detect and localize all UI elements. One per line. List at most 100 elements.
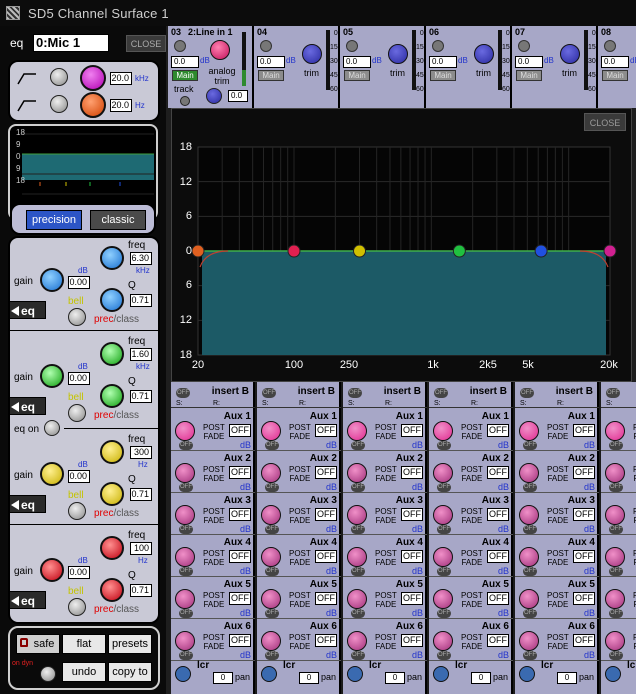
insert-off-toggle[interactable]: OFF <box>434 388 448 398</box>
aux-level-knob[interactable] <box>605 631 625 651</box>
band-gain-knob[interactable] <box>40 364 64 388</box>
aux-pre-toggle[interactable]: OFF <box>609 609 623 618</box>
band-bell-toggle[interactable] <box>68 404 86 422</box>
aux-level-knob[interactable] <box>347 463 367 483</box>
aux-level-knob[interactable] <box>175 631 195 651</box>
trim-value[interactable]: 0.0 <box>228 90 248 102</box>
band-prec-class[interactable]: prec/class <box>94 314 139 325</box>
aux-level-knob[interactable] <box>519 631 539 651</box>
aux-level-knob[interactable] <box>519 421 539 441</box>
aux-level-knob[interactable] <box>605 547 625 567</box>
aux-level-knob[interactable] <box>261 463 281 483</box>
insert-off-toggle[interactable]: OFF <box>262 388 276 398</box>
pan-knob[interactable] <box>433 666 449 682</box>
large-eq-graph[interactable] <box>172 109 633 383</box>
band-freq-knob[interactable] <box>100 246 124 270</box>
eq-node[interactable] <box>191 244 205 258</box>
band-freq-value[interactable]: 6.30 <box>130 252 152 265</box>
channel-small-knob[interactable] <box>604 40 616 52</box>
aux-level-knob[interactable] <box>347 547 367 567</box>
band-prec-class[interactable]: prec/class <box>94 604 139 615</box>
pan-value[interactable]: 0 <box>299 672 319 684</box>
aux-level-knob[interactable] <box>433 547 453 567</box>
aux-level-knob[interactable] <box>605 589 625 609</box>
presets-button[interactable]: presets <box>108 634 152 654</box>
channel-small-knob[interactable] <box>518 40 530 52</box>
aux-off-button[interactable]: OFF <box>229 592 251 605</box>
band-q-value[interactable]: 0.71 <box>130 584 152 597</box>
trim-knob[interactable] <box>388 44 408 64</box>
flat-button[interactable]: flat <box>62 634 106 654</box>
band-eq-button[interactable]: eq <box>10 495 46 513</box>
aux-pre-toggle[interactable]: OFF <box>609 483 623 492</box>
eq-node[interactable] <box>353 244 367 258</box>
lpf-value[interactable]: 20.0 <box>110 99 132 112</box>
eq-node[interactable] <box>287 244 301 258</box>
band-gain-knob[interactable] <box>40 268 64 292</box>
aux-level-knob[interactable] <box>261 631 281 651</box>
aux-level-knob[interactable] <box>261 505 281 525</box>
eq-node[interactable] <box>534 244 548 258</box>
aux-off-button[interactable]: OFF <box>487 592 509 605</box>
aux-pre-toggle[interactable]: OFF <box>437 441 451 450</box>
lpf-enable-knob[interactable] <box>50 95 68 113</box>
trim-knob[interactable] <box>302 44 322 64</box>
aux-pre-toggle[interactable]: OFF <box>265 567 279 576</box>
aux-off-button[interactable]: OFF <box>229 424 251 437</box>
band-q-knob[interactable] <box>100 482 124 506</box>
aux-level-knob[interactable] <box>175 421 195 441</box>
channel-name-field[interactable]: 0:Mic 1 <box>33 34 109 52</box>
trim-knob[interactable] <box>206 88 222 104</box>
aux-level-knob[interactable] <box>519 463 539 483</box>
channel-gain-value[interactable]: 0.0 <box>601 56 629 68</box>
aux-off-button[interactable]: OFF <box>487 634 509 647</box>
pan-knob[interactable] <box>175 666 191 682</box>
main-button[interactable]: Main <box>430 70 456 81</box>
aux-level-knob[interactable] <box>347 589 367 609</box>
aux-pre-toggle[interactable]: OFF <box>523 525 537 534</box>
pan-value[interactable]: 0 <box>471 672 491 684</box>
hpf-value[interactable]: 20.0 <box>110 72 132 85</box>
band-freq-knob[interactable] <box>100 536 124 560</box>
aux-pre-toggle[interactable]: OFF <box>179 483 193 492</box>
precision-button[interactable]: precision <box>26 210 82 230</box>
band-freq-value[interactable]: 300 <box>130 446 152 459</box>
channel-small-knob[interactable] <box>346 40 358 52</box>
band-prec-class[interactable]: prec/class <box>94 410 139 421</box>
aux-off-button[interactable]: OFF <box>229 634 251 647</box>
band-prec-class[interactable]: prec/class <box>94 508 139 519</box>
copy-to-button[interactable]: copy to <box>108 662 152 682</box>
aux-pre-toggle[interactable]: OFF <box>437 567 451 576</box>
band-gain-value[interactable]: 0.00 <box>68 372 90 385</box>
band-bell-toggle[interactable] <box>68 308 86 326</box>
insert-off-toggle[interactable]: OFF <box>606 388 620 398</box>
aux-level-knob[interactable] <box>433 589 453 609</box>
aux-pre-toggle[interactable]: OFF <box>351 609 365 618</box>
aux-level-knob[interactable] <box>347 421 367 441</box>
channel-gain-value[interactable]: 0.0 <box>257 56 285 68</box>
aux-pre-toggle[interactable]: OFF <box>609 525 623 534</box>
aux-off-button[interactable]: OFF <box>229 508 251 521</box>
aux-level-knob[interactable] <box>605 463 625 483</box>
hpf-enable-knob[interactable] <box>50 68 68 86</box>
band-freq-knob[interactable] <box>100 440 124 464</box>
aux-pre-toggle[interactable]: OFF <box>351 483 365 492</box>
aux-off-button[interactable]: OFF <box>573 634 595 647</box>
aux-level-knob[interactable] <box>433 631 453 651</box>
aux-off-button[interactable]: OFF <box>229 466 251 479</box>
aux-level-knob[interactable] <box>519 547 539 567</box>
undo-button[interactable]: undo <box>62 662 106 682</box>
band-bell-toggle[interactable] <box>68 502 86 520</box>
insert-off-toggle[interactable]: OFF <box>176 388 190 398</box>
aux-level-knob[interactable] <box>433 463 453 483</box>
main-button[interactable]: Main <box>516 70 542 81</box>
aux-pre-toggle[interactable]: OFF <box>351 567 365 576</box>
aux-level-knob[interactable] <box>261 421 281 441</box>
aux-off-button[interactable]: OFF <box>573 508 595 521</box>
aux-off-button[interactable]: OFF <box>315 466 337 479</box>
pan-value[interactable]: 0 <box>385 672 405 684</box>
insert-off-toggle[interactable]: OFF <box>348 388 362 398</box>
aux-level-knob[interactable] <box>347 505 367 525</box>
hpf-freq-knob[interactable] <box>80 65 106 91</box>
band-eq-button[interactable]: eq <box>10 397 46 415</box>
